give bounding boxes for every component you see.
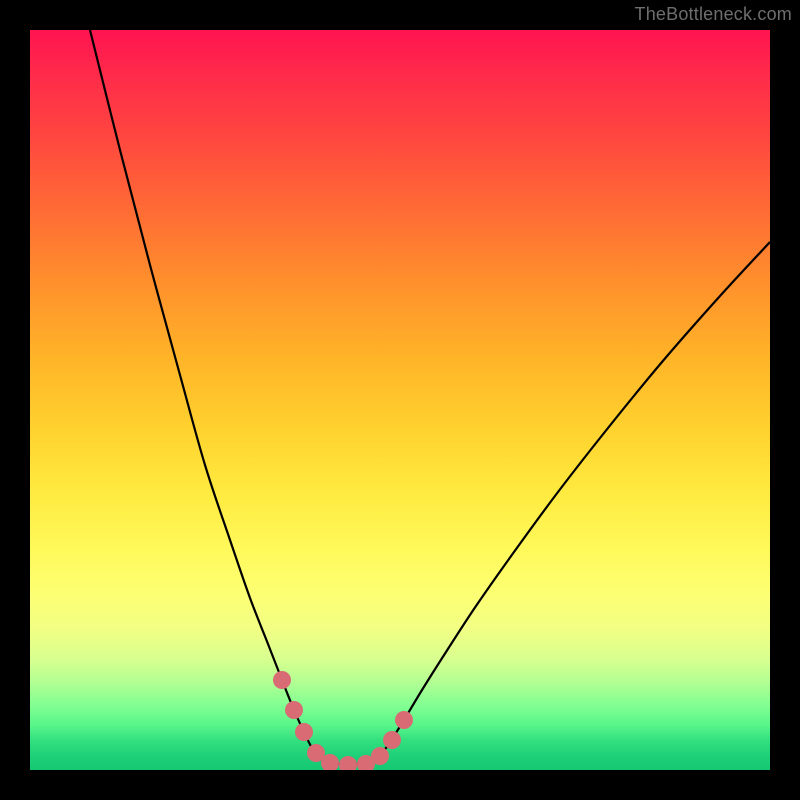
chart-frame	[30, 30, 770, 770]
chart-svg	[30, 30, 770, 770]
curve-marker	[295, 723, 313, 741]
watermark-text: TheBottleneck.com	[635, 4, 792, 25]
curve-marker	[371, 747, 389, 765]
curve-marker	[285, 701, 303, 719]
curve-marker	[383, 731, 401, 749]
curve-marker	[395, 711, 413, 729]
curve-marker	[273, 671, 291, 689]
curve-left	[90, 30, 328, 764]
marker-group	[273, 671, 413, 770]
curve-right	[372, 242, 770, 764]
curve-marker	[339, 756, 357, 770]
